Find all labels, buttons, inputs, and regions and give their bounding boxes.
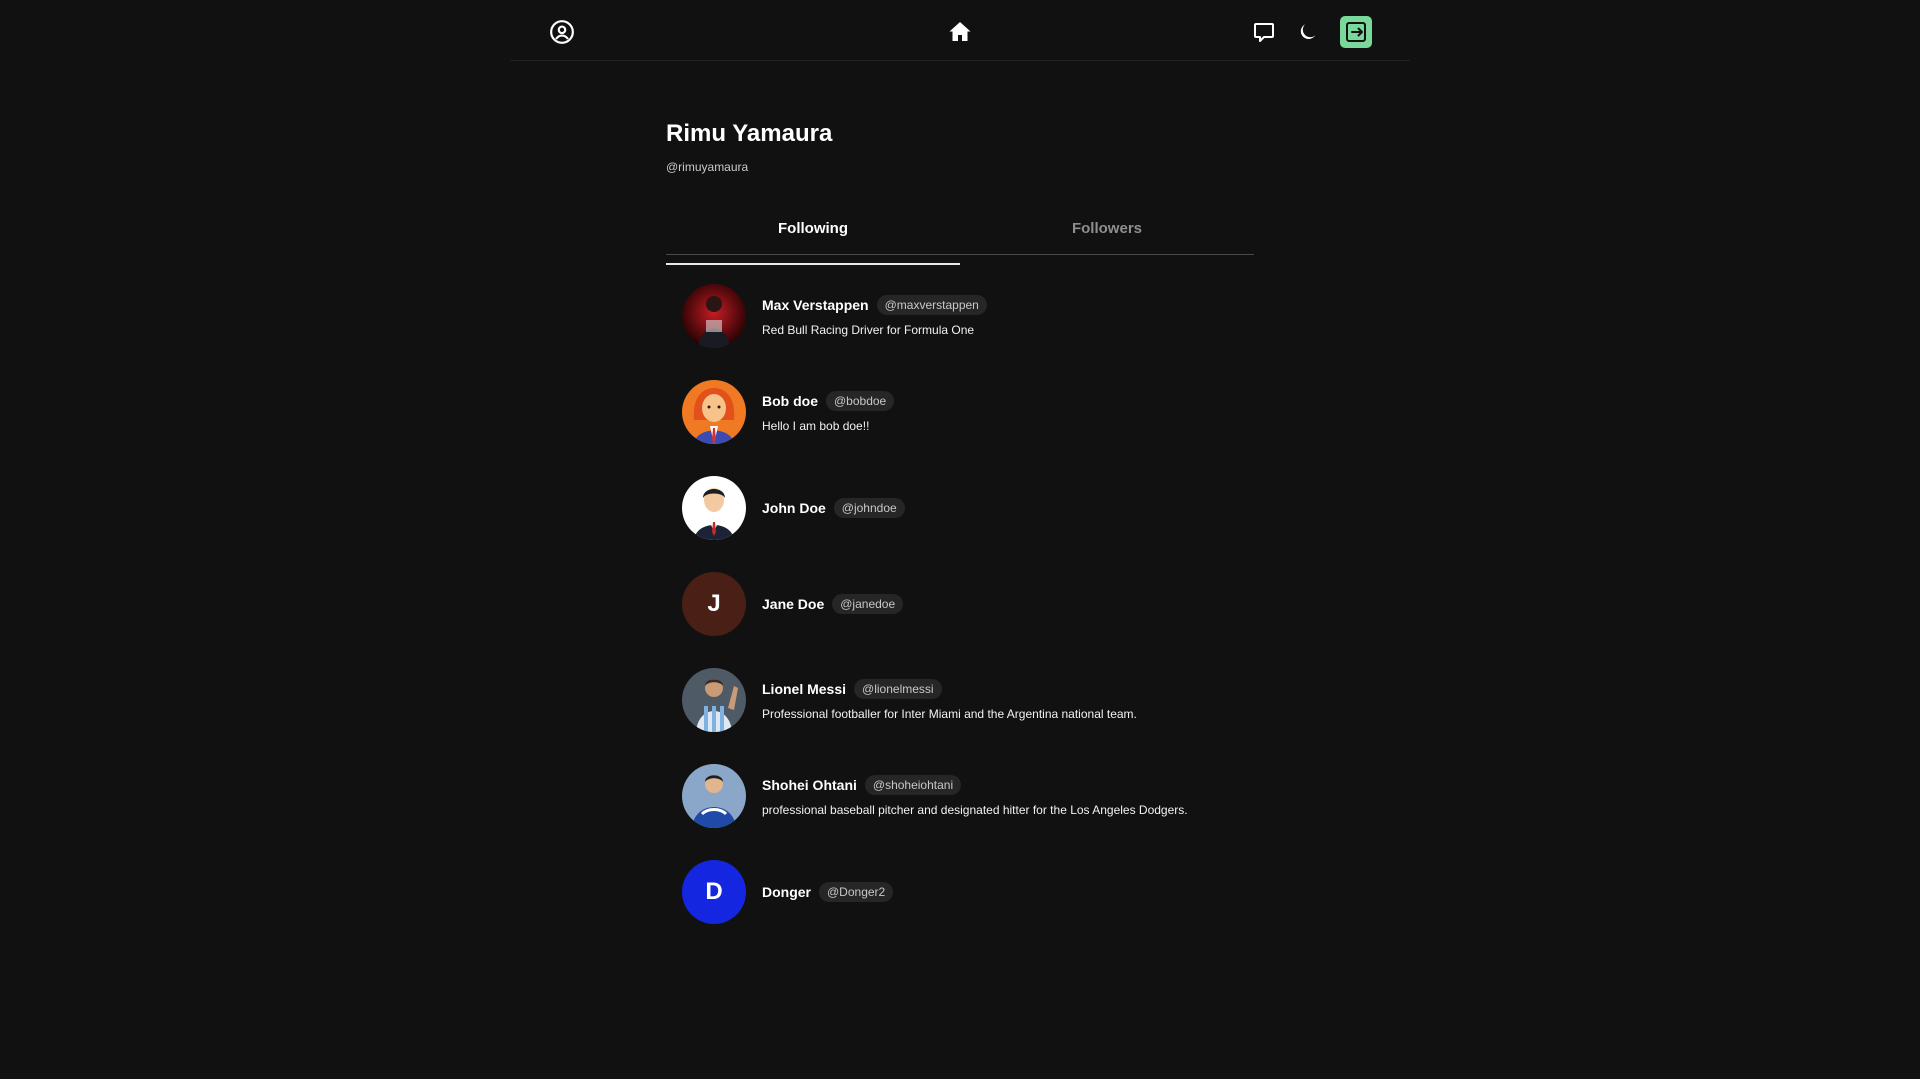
user-name[interactable]: Lionel Messi: [762, 681, 846, 697]
user-name[interactable]: John Doe: [762, 500, 826, 516]
user-handle: @lionelmessi: [854, 679, 942, 699]
list-item[interactable]: Max Verstappen @maxverstappen Red Bull R…: [682, 268, 1282, 364]
user-bio: Professional footballer for Inter Miami …: [762, 707, 1137, 721]
list-item[interactable]: J Jane Doe @janedoe: [682, 556, 1282, 652]
avatar[interactable]: [682, 476, 746, 540]
list-item[interactable]: Shohei Ohtani @shoheiohtani professional…: [682, 748, 1282, 844]
list-item[interactable]: Bob doe @bobdoe Hello I am bob doe!!: [682, 364, 1282, 460]
user-handle: @shoheiohtani: [864, 775, 962, 795]
user-bio: Red Bull Racing Driver for Formula One: [762, 323, 975, 337]
avatar[interactable]: [682, 380, 746, 444]
list-item[interactable]: D Donger @Donger2: [682, 844, 1282, 940]
avatar[interactable]: D: [682, 860, 746, 924]
profile-handle: @rimuyamaura: [666, 160, 749, 174]
follow-tabs: Following Followers: [666, 214, 1254, 265]
list-item[interactable]: John Doe @johndoe: [682, 460, 1282, 556]
user-bio: Hello I am bob doe!!: [762, 419, 870, 433]
user-name[interactable]: Bob doe: [762, 393, 818, 409]
user-name[interactable]: Donger: [762, 884, 811, 900]
avatar-initial: J: [707, 590, 721, 617]
user-handle: @johndoe: [833, 498, 905, 518]
user-handle: @Donger2: [819, 882, 894, 902]
avatar[interactable]: [682, 284, 746, 348]
logout-icon[interactable]: [1340, 16, 1372, 48]
user-handle: @maxverstappen: [876, 295, 987, 315]
avatar[interactable]: [682, 764, 746, 828]
top-navigation-bar: [510, 0, 1410, 61]
home-icon[interactable]: [946, 18, 974, 46]
user-name[interactable]: Max Verstappen: [762, 297, 869, 313]
user-handle: @janedoe: [832, 594, 904, 614]
avatar-initial: D: [705, 878, 723, 905]
user-bio: professional baseball pitcher and design…: [762, 803, 1188, 817]
user-name[interactable]: Jane Doe: [762, 596, 824, 612]
moon-icon[interactable]: [1294, 18, 1322, 46]
avatar[interactable]: J: [682, 572, 746, 636]
user-circle-icon[interactable]: [548, 18, 576, 46]
tab-following[interactable]: Following: [666, 214, 960, 265]
following-list: Max Verstappen @maxverstappen Red Bull R…: [682, 268, 1282, 940]
chat-bubble-icon[interactable]: [1250, 18, 1278, 46]
list-item[interactable]: Lionel Messi @lionelmessi Professional f…: [682, 652, 1282, 748]
user-handle: @bobdoe: [826, 391, 895, 411]
profile-header: Rimu Yamaura @rimuyamaura: [666, 118, 1254, 174]
tab-followers[interactable]: Followers: [960, 214, 1254, 254]
profile-name: Rimu Yamaura: [666, 120, 833, 147]
avatar[interactable]: [682, 668, 746, 732]
user-name[interactable]: Shohei Ohtani: [762, 777, 857, 793]
